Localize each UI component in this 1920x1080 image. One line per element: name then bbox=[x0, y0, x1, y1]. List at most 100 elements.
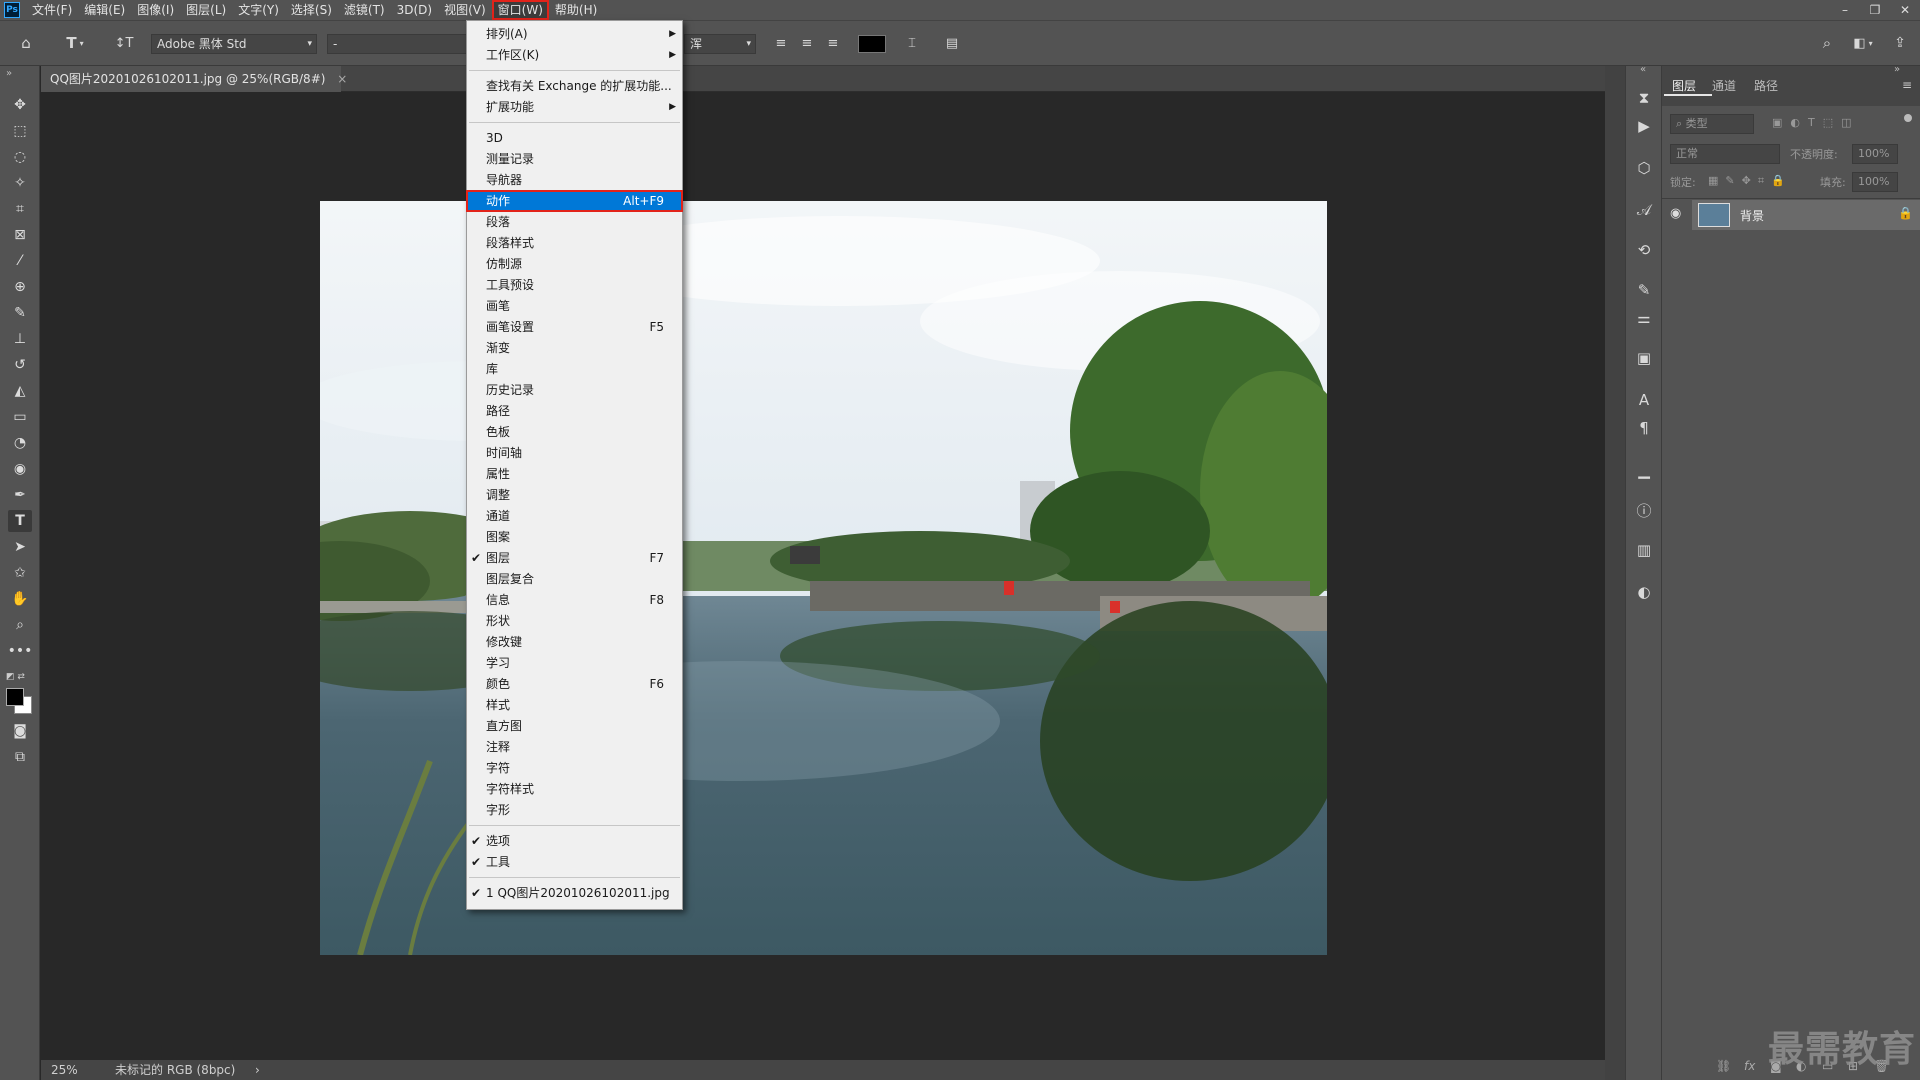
menu-item-16[interactable]: 渐变 bbox=[467, 338, 682, 358]
menu-window[interactable]: 窗口(W) bbox=[491, 0, 549, 20]
menu-item-6[interactable]: 3D bbox=[467, 128, 682, 148]
layer-style-icon[interactable]: fx bbox=[1744, 1059, 1755, 1073]
menu-item-40[interactable]: ✔ 选项 bbox=[467, 831, 682, 851]
3d-panel-icon[interactable]: ⬡ bbox=[1632, 156, 1656, 180]
history-brush-tool-icon[interactable]: ↺ bbox=[8, 354, 32, 376]
menu-item-23[interactable]: 调整 bbox=[467, 485, 682, 505]
clone-stamp-tool-icon[interactable]: ⊥ bbox=[8, 328, 32, 350]
menu-file[interactable]: 文件(F) bbox=[26, 0, 78, 20]
menu-item-17[interactable]: 库 bbox=[467, 359, 682, 379]
menu-item-24[interactable]: 通道 bbox=[467, 506, 682, 526]
zoom-level[interactable]: 25% bbox=[51, 1060, 78, 1080]
menu-item-12[interactable]: 仿制源 bbox=[467, 254, 682, 274]
menu-item-1[interactable]: 工作区(K) ▶ bbox=[467, 45, 682, 65]
lasso-tool-icon[interactable]: ◌ bbox=[8, 146, 32, 168]
measurement-panel-icon[interactable]: ▁ bbox=[1632, 458, 1656, 482]
menu-item-34[interactable]: 直方图 bbox=[467, 716, 682, 736]
status-menu-arrow[interactable]: › bbox=[255, 1060, 260, 1080]
menu-item-15[interactable]: 画笔设置 F5 bbox=[467, 317, 682, 337]
warp-text-icon[interactable]: ⌶ bbox=[900, 31, 924, 55]
toggle-text-orientation-icon[interactable]: ↕T bbox=[112, 31, 136, 55]
menu-item-43[interactable]: ✔ 1 QQ图片20201026102011.jpg bbox=[467, 883, 682, 903]
menu-item-10[interactable]: 段落 bbox=[467, 212, 682, 232]
path-selection-tool-icon[interactable]: ➤ bbox=[8, 536, 32, 558]
menu-edit[interactable]: 编辑(E) bbox=[78, 0, 131, 20]
tab-channels[interactable]: 通道 bbox=[1712, 76, 1736, 96]
actions-panel-icon[interactable]: ▶ bbox=[1632, 114, 1656, 138]
layer-name[interactable]: 背景 bbox=[1740, 207, 1764, 224]
move-tool-icon[interactable]: ✥ bbox=[8, 94, 32, 116]
layer-filter-select[interactable]: ⌕ 类型 bbox=[1670, 114, 1754, 134]
restore-button[interactable]: ❐ bbox=[1860, 0, 1890, 20]
lock-icons[interactable]: ▦✎✥⌗🔒 bbox=[1708, 174, 1792, 188]
menu-item-31[interactable]: 学习 bbox=[467, 653, 682, 673]
brush-settings-panel-icon[interactable]: ✎ bbox=[1632, 278, 1656, 302]
menu-filter[interactable]: 滤镜(T) bbox=[338, 0, 391, 20]
history-panel-icon[interactable]: ⧗ bbox=[1632, 86, 1656, 110]
menu-image[interactable]: 图像(I) bbox=[131, 0, 180, 20]
type-tool-preset-icon[interactable]: T ▾ bbox=[58, 31, 92, 55]
home-icon[interactable]: ⌂ bbox=[14, 31, 38, 55]
close-window-button[interactable]: ✕ bbox=[1890, 0, 1920, 20]
default-colors-icon[interactable]: ◩ ⇄ bbox=[6, 672, 25, 682]
crop-tool-icon[interactable]: ⌗ bbox=[8, 198, 32, 220]
clone-source-panel-icon[interactable]: ⟲ bbox=[1632, 238, 1656, 262]
more-tools-icon[interactable]: ••• bbox=[8, 640, 33, 662]
menu-item-33[interactable]: 样式 bbox=[467, 695, 682, 715]
character-panel-icon[interactable]: A bbox=[1632, 388, 1656, 412]
marquee-tool-icon[interactable]: ⬚ bbox=[8, 120, 32, 142]
menu-item-0[interactable]: 排列(A) ▶ bbox=[467, 24, 682, 44]
font-style-select[interactable]: - bbox=[327, 34, 467, 54]
menu-item-3[interactable]: 查找有关 Exchange 的扩展功能... bbox=[467, 76, 682, 96]
document-tab[interactable]: QQ图片20201026102011.jpg @ 25%(RGB/8#) × bbox=[41, 66, 347, 92]
frame-tool-icon[interactable]: ⊠ bbox=[8, 224, 32, 246]
menu-item-32[interactable]: 颜色 F6 bbox=[467, 674, 682, 694]
collapse-icon[interactable]: » bbox=[6, 68, 12, 79]
menu-item-18[interactable]: 历史记录 bbox=[467, 380, 682, 400]
info-panel-icon[interactable]: ⓘ bbox=[1632, 498, 1656, 522]
paragraph-panel-icon[interactable]: ¶ bbox=[1632, 416, 1656, 440]
hand-tool-icon[interactable]: ✋ bbox=[8, 588, 32, 610]
healing-brush-tool-icon[interactable]: ⊕ bbox=[8, 276, 32, 298]
align-right-icon[interactable]: ≡ bbox=[822, 31, 844, 55]
shape-tool-icon[interactable]: ✩ bbox=[8, 562, 32, 584]
menu-item-13[interactable]: 工具预设 bbox=[467, 275, 682, 295]
text-color-swatch[interactable] bbox=[858, 35, 886, 53]
brush-tool-icon[interactable]: ✎ bbox=[8, 302, 32, 324]
learn-panel-icon[interactable]: ▣ bbox=[1632, 346, 1656, 370]
menu-item-8[interactable]: 导航器 bbox=[467, 170, 682, 190]
close-tab-icon[interactable]: × bbox=[337, 72, 347, 86]
menu-item-21[interactable]: 时间轴 bbox=[467, 443, 682, 463]
dodge-tool-icon[interactable]: ◉ bbox=[8, 458, 32, 480]
menu-3d[interactable]: 3D(D) bbox=[391, 0, 438, 20]
layer-row-background[interactable]: 背景 🔒 bbox=[1692, 200, 1920, 230]
menu-view[interactable]: 视图(V) bbox=[438, 0, 492, 20]
type-tool-icon[interactable]: T bbox=[8, 510, 32, 532]
menu-item-22[interactable]: 属性 bbox=[467, 464, 682, 484]
menu-item-29[interactable]: 形状 bbox=[467, 611, 682, 631]
menu-help[interactable]: 帮助(H) bbox=[549, 0, 603, 20]
fill-input[interactable]: 100% bbox=[1852, 172, 1898, 192]
screen-mode-icon[interactable]: ⧉ bbox=[8, 746, 32, 768]
zoom-tool-icon[interactable]: ⌕ bbox=[8, 614, 32, 636]
menu-item-37[interactable]: 字符样式 bbox=[467, 779, 682, 799]
menu-item-38[interactable]: 字形 bbox=[467, 800, 682, 820]
panel-menu-icon[interactable]: ≡ bbox=[1902, 78, 1912, 92]
layer-filter-icons[interactable]: ▣◐T⬚◫ bbox=[1772, 116, 1860, 129]
menu-item-9[interactable]: 动作 Alt+F9 bbox=[466, 190, 683, 212]
tool-presets-panel-icon[interactable]: ⚌ bbox=[1632, 306, 1656, 330]
menu-item-36[interactable]: 字符 bbox=[467, 758, 682, 778]
search-icon[interactable]: ⌕ bbox=[1815, 31, 1839, 55]
font-family-select[interactable]: Adobe 黑体 Std ▾ bbox=[151, 34, 317, 54]
menu-layer[interactable]: 图层(L) bbox=[180, 0, 232, 20]
align-center-icon[interactable]: ≡ bbox=[796, 31, 818, 55]
menu-item-28[interactable]: 信息 F8 bbox=[467, 590, 682, 610]
menu-item-4[interactable]: 扩展功能 ▶ bbox=[467, 97, 682, 117]
character-panel-icon[interactable]: ▤ bbox=[940, 31, 964, 55]
menu-item-27[interactable]: 图层复合 bbox=[467, 569, 682, 589]
eyedropper-tool-icon[interactable]: ⁄ bbox=[8, 250, 32, 272]
blend-mode-select[interactable]: 正常 bbox=[1670, 144, 1780, 164]
menu-item-35[interactable]: 注释 bbox=[467, 737, 682, 757]
menu-item-19[interactable]: 路径 bbox=[467, 401, 682, 421]
menu-item-11[interactable]: 段落样式 bbox=[467, 233, 682, 253]
